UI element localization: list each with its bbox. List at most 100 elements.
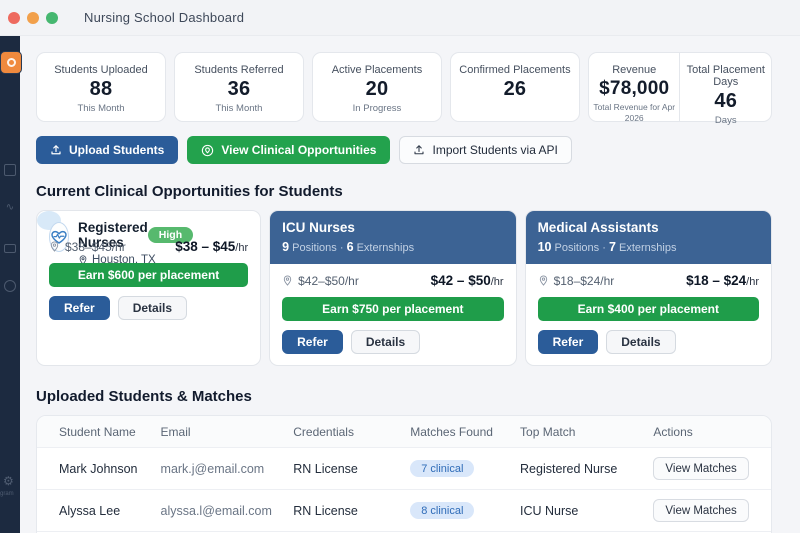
stats-row: Students Uploaded 88 This Month Students…	[36, 52, 773, 126]
student-credentials: RN License	[283, 447, 401, 490]
location-pin-icon	[539, 275, 547, 286]
stat-label: Confirmed Placements	[459, 64, 571, 76]
rate-row: $38–$45/hr $38 – $45/hr	[49, 239, 248, 254]
maximize-window-icon[interactable]	[46, 11, 58, 24]
card-header: Medical Assistants 10 Positions · 7 Exte…	[525, 211, 771, 264]
refer-button[interactable]: Refer	[49, 296, 110, 320]
students-table-card: Student Name Email Credentials Matches F…	[36, 415, 772, 533]
rate-range-bold: $18 – $24/hr	[686, 273, 759, 288]
matches-badge: 8 clinical	[410, 502, 475, 519]
rate-range: $42–$50/hr	[298, 273, 359, 288]
refer-button[interactable]: Refer	[537, 330, 599, 354]
stat-confirmed-placements: Confirmed Placements 26	[449, 52, 580, 122]
rate-range-bold: $42 – $50/hr	[430, 273, 504, 288]
details-button[interactable]: Details	[606, 330, 676, 354]
actions-cell: View Matches	[643, 489, 771, 532]
stat-sub: Days	[714, 115, 737, 126]
col-email: Email	[150, 416, 284, 448]
top-match: ICU Nurse	[510, 489, 644, 532]
earn-placement-button[interactable]: Earn $600 per placement	[49, 263, 249, 287]
card-icon[interactable]	[4, 244, 16, 253]
stat-value: $78,000	[599, 78, 670, 99]
student-name: Alyssa Lee	[37, 489, 151, 532]
app-glyph-icon	[6, 58, 16, 67]
grid-icon[interactable]	[4, 164, 16, 176]
stat-label: Active Placements	[331, 64, 423, 76]
close-window-icon[interactable]	[8, 11, 20, 24]
map-pin-circle-icon	[202, 144, 214, 156]
earn-placement-button[interactable]: Earn $750 per placement	[282, 297, 504, 321]
import-students-api-button[interactable]: Import Students via API	[399, 136, 572, 164]
top-match: Registered Nurse	[510, 447, 644, 490]
stat-total-placement-days: Total Placement Days 46 Days	[679, 53, 771, 126]
students-table: Student Name Email Credentials Matches F…	[37, 416, 771, 533]
details-button[interactable]: Details	[350, 330, 421, 354]
student-name: Mark Johnson	[37, 447, 151, 490]
window-titlebar: Nursing School Dashboard	[0, 0, 800, 36]
minimize-window-icon[interactable]	[27, 11, 39, 24]
opportunity-card-medical-assistants: Medical Assistants 10 Positions · 7 Exte…	[524, 210, 772, 366]
location-pin-icon	[50, 241, 59, 252]
table-header-row: Student Name Email Credentials Matches F…	[37, 416, 771, 448]
refer-button[interactable]: Refer	[282, 330, 343, 354]
card-header: Registered Nurses High Houston, TX	[37, 211, 194, 266]
matches-badge: 7 clinical	[410, 460, 475, 477]
import-students-api-label: Import Students via API	[432, 143, 558, 157]
students-section-title: Uploaded Students & Matches	[36, 388, 252, 405]
opportunity-title: ICU Nurses	[282, 220, 355, 235]
student-email: alyssa.l@email.com	[150, 489, 284, 532]
location-pin-icon	[283, 275, 292, 286]
app-sidebar: ∿ ⚙ gram	[0, 36, 22, 533]
opportunity-title: Medical Assistants	[537, 220, 659, 235]
details-button[interactable]: Details	[117, 296, 188, 320]
traffic-lights	[8, 11, 58, 24]
col-actions: Actions	[643, 416, 771, 448]
student-credentials: RN License	[283, 489, 401, 532]
card-body: $38–$45/hr $38 – $45/hr Earn $600 per pl…	[37, 230, 260, 331]
wave-icon[interactable]: ∿	[4, 202, 16, 214]
card-body: $18–$24/hr $18 – $24/hr Earn $400 per pl…	[526, 264, 771, 365]
view-clinical-opportunities-button[interactable]: View Clinical Opportunities	[187, 136, 391, 164]
student-email: mark.j@email.com	[150, 447, 284, 490]
positions-externships: 10 Positions · 7 Externships	[537, 240, 677, 254]
card-buttons-row: Refer Details	[282, 330, 503, 354]
view-matches-button[interactable]: View Matches	[653, 499, 749, 522]
matches-cell: 8 clinical	[400, 489, 511, 532]
stat-value: 46	[714, 90, 738, 112]
actions-cell: View Matches	[643, 447, 771, 490]
rate-range-bold: $38 – $45/hr	[175, 239, 249, 254]
action-buttons-row: Upload Students View Clinical Opportunit…	[36, 136, 772, 164]
positions-externships: 9 Positions · 6 Externships	[282, 240, 415, 254]
table-row: Mark Johnson mark.j@email.com RN License…	[37, 447, 771, 490]
col-student-name: Student Name	[37, 416, 151, 448]
stat-revenue-days-card: Revenue $78,000 Total Revenue for Apr 20…	[587, 52, 773, 126]
sidebar-bottom-label: gram	[0, 491, 14, 497]
stat-revenue: Revenue $78,000 Total Revenue for Apr 20…	[589, 53, 680, 123]
circle-icon[interactable]	[4, 280, 16, 292]
stat-students-referred: Students Referred 36 This Month	[173, 52, 304, 122]
opportunity-card-icu-nurses: ICU Nurses 9 Positions · 6 Externships $…	[269, 210, 517, 366]
col-matches-found: Matches Found	[400, 416, 511, 448]
earn-placement-button[interactable]: Earn $400 per placement	[537, 297, 759, 321]
stat-students-uploaded: Students Uploaded 88 This Month	[36, 52, 166, 122]
upload-students-button[interactable]: Upload Students	[36, 136, 179, 164]
stat-label: Total Placement Days	[686, 64, 765, 88]
stat-label: Revenue	[612, 64, 657, 76]
card-body: $42–$50/hr $42 – $50/hr Earn $750 per pl…	[270, 264, 515, 365]
rate-range: $38–$45/hr	[65, 239, 126, 254]
import-icon	[414, 145, 425, 155]
active-app-icon[interactable]	[0, 51, 22, 74]
view-matches-button[interactable]: View Matches	[653, 457, 749, 480]
table-row: Alyssa Lee alyssa.l@email.com RN License…	[37, 489, 771, 532]
col-top-match: Top Match	[510, 416, 644, 448]
upload-icon	[51, 145, 61, 155]
stat-value: 88	[89, 78, 113, 100]
opportunities-section-title: Current Clinical Opportunities for Stude…	[36, 183, 343, 200]
stat-sub: This Month	[215, 103, 263, 114]
card-buttons-row: Refer Details	[537, 330, 759, 354]
stat-active-placements: Active Placements 20 In Progress	[311, 52, 442, 122]
stat-label: Students Uploaded	[54, 64, 148, 76]
upload-students-label: Upload Students	[69, 143, 165, 157]
gear-icon[interactable]: ⚙	[3, 474, 14, 488]
view-clinical-opportunities-label: View Clinical Opportunities	[221, 143, 377, 157]
